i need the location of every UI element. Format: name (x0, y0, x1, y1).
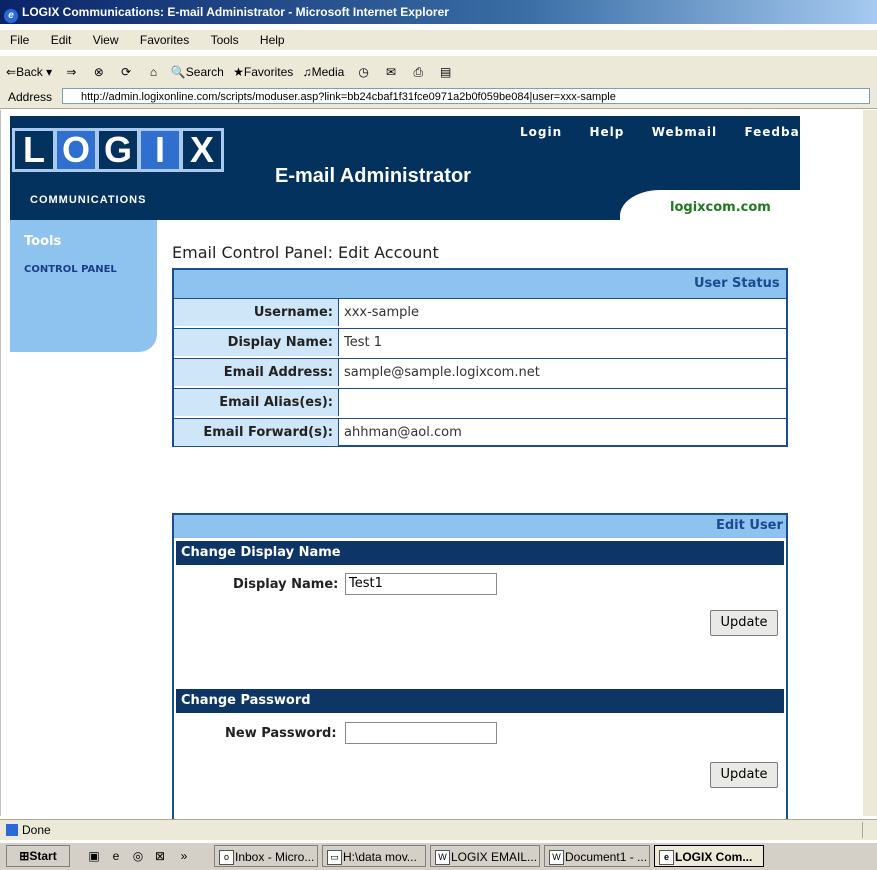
task-inbox[interactable]: o Inbox - Micro... (214, 845, 318, 867)
search-icon: 🔍 (170, 64, 186, 79)
nav-help[interactable]: Help (589, 125, 624, 139)
back-arrow-icon: ⇐ (6, 64, 17, 79)
page-done-icon (6, 824, 18, 836)
update-password-button[interactable]: Update (710, 762, 778, 788)
menu-bar: File Edit View Favorites Tools Help (0, 30, 877, 50)
menu-view[interactable]: View (93, 33, 119, 47)
windows-flag-icon: ⊞ (19, 849, 30, 863)
table-row: Email Alias(es): (174, 388, 786, 416)
stop-icon[interactable]: ⊗ (91, 64, 107, 80)
start-button[interactable]: ⊞Start (6, 845, 70, 867)
page-title: Email Control Panel: Edit Account (172, 243, 439, 262)
more-chevron-icon[interactable]: » (176, 848, 192, 864)
status-bar: Done (0, 819, 877, 840)
ie-quicklaunch-icon[interactable]: e (108, 848, 124, 864)
table-row: Username: xxx-sample (174, 298, 786, 326)
task-folder[interactable]: ▭ H:\data mov... (322, 845, 426, 867)
mail-icon[interactable]: ✉ (383, 64, 399, 80)
word-icon: W (435, 850, 450, 865)
new-password-input[interactable] (345, 722, 497, 744)
edit-user-header (174, 515, 786, 538)
user-status-title: User Status (694, 276, 780, 291)
table-row: Display Name: Test 1 (174, 328, 786, 356)
back-button[interactable]: ⇐Back ▾ (6, 57, 52, 87)
menu-help[interactable]: Help (260, 33, 285, 47)
row-value: xxx-sample (344, 305, 420, 320)
task-document1[interactable]: W Document1 - ... (544, 845, 650, 867)
nav-feedback[interactable]: Feedback (744, 125, 816, 139)
window-titlebar: e LOGIX Communications: E-mail Administra… (0, 0, 877, 24)
table-row: Email Address: sample@sample.logixcom.ne… (174, 358, 786, 386)
logo-letter-g: G (96, 128, 140, 172)
address-input[interactable]: http://admin.logixonline.com/scripts/mod… (62, 88, 870, 104)
row-label: Email Alias(es): (174, 389, 339, 416)
status-text: Done (22, 823, 51, 837)
window-title: LOGIX Communications: E-mail Administrat… (22, 5, 449, 19)
favorites-button[interactable]: ★Favorites (233, 57, 293, 87)
word-icon: W (549, 850, 564, 865)
task-logix-email[interactable]: W LOGIX EMAIL... (430, 845, 540, 867)
outlook-quicklaunch-icon[interactable]: ◎ (130, 848, 146, 864)
print-icon[interactable]: ⎙ (410, 64, 426, 80)
logo-letter-i: I (138, 128, 182, 172)
logo-letter-o: O (54, 128, 98, 172)
menu-edit[interactable]: Edit (51, 33, 72, 47)
ie-logo-icon: e (4, 9, 18, 23)
change-password-header: Change Password (176, 689, 784, 713)
nav-webmail[interactable]: Webmail (652, 125, 717, 139)
refresh-icon[interactable]: ⟳ (118, 64, 134, 80)
sidebar-heading: Tools (24, 234, 62, 249)
favorites-icon: ★ (233, 64, 244, 79)
vertical-scrollbar[interactable] (863, 110, 877, 816)
show-desktop-icon[interactable]: ▣ (86, 848, 102, 864)
excel-quicklaunch-icon[interactable]: ⊠ (152, 848, 168, 864)
address-label: Address (8, 90, 53, 104)
task-logix-browser[interactable]: e LOGIX Com... (654, 845, 764, 867)
top-nav: Login Help Webmail Feedback (520, 125, 841, 139)
change-display-name-header: Change Display Name (176, 541, 784, 565)
address-bar: Address http://admin.logixonline.com/scr… (0, 86, 877, 109)
forward-arrow-icon[interactable]: ⇒ (63, 64, 79, 80)
media-button[interactable]: ♫Media (303, 57, 345, 87)
media-icon: ♫ (302, 64, 312, 79)
display-name-label: Display Name: (233, 577, 339, 592)
row-value: ahhman@aol.com (344, 425, 462, 440)
ie-icon: e (659, 850, 674, 865)
new-password-label: New Password: (225, 726, 337, 741)
menu-favorites[interactable]: Favorites (140, 33, 189, 47)
folder-icon: ▭ (327, 850, 342, 865)
update-display-name-button[interactable]: Update (710, 610, 778, 636)
table-row: Email Forward(s): ahhman@aol.com (174, 418, 786, 446)
outlook-icon: o (219, 850, 234, 865)
row-label: Email Forward(s): (174, 419, 339, 446)
row-value: sample@sample.logixcom.net (344, 365, 540, 380)
menu-tools[interactable]: Tools (211, 33, 239, 47)
app-title: E-mail Administrator (275, 165, 471, 187)
row-label: Email Address: (174, 359, 339, 386)
logo-letter-l: L (12, 128, 56, 172)
history-icon[interactable]: ◷ (356, 64, 372, 80)
row-value: Test 1 (344, 335, 383, 350)
home-icon[interactable]: ⌂ (145, 64, 161, 80)
edit-user-title: Edit User (716, 518, 783, 533)
logo-subtitle: COMMUNICATIONS (30, 194, 147, 206)
display-name-input[interactable]: Test1 (345, 573, 497, 595)
edit-icon[interactable]: ▤ (438, 64, 454, 80)
browser-toolbar: ⇐Back ▾ ⇒ ⊗ ⟳ ⌂ 🔍Search ★Favorites ♫Medi… (0, 55, 877, 87)
status-segment (862, 822, 877, 838)
row-label: Username: (174, 299, 339, 326)
row-label: Display Name: (174, 329, 339, 356)
logo-letter-x: X (180, 128, 224, 172)
domain-link[interactable]: logixcom.com (670, 200, 771, 215)
sidebar-item-control-panel[interactable]: CONTROL PANEL (24, 264, 117, 275)
search-button[interactable]: 🔍Search (171, 57, 224, 87)
menu-file[interactable]: File (10, 33, 29, 47)
nav-login[interactable]: Login (520, 125, 562, 139)
